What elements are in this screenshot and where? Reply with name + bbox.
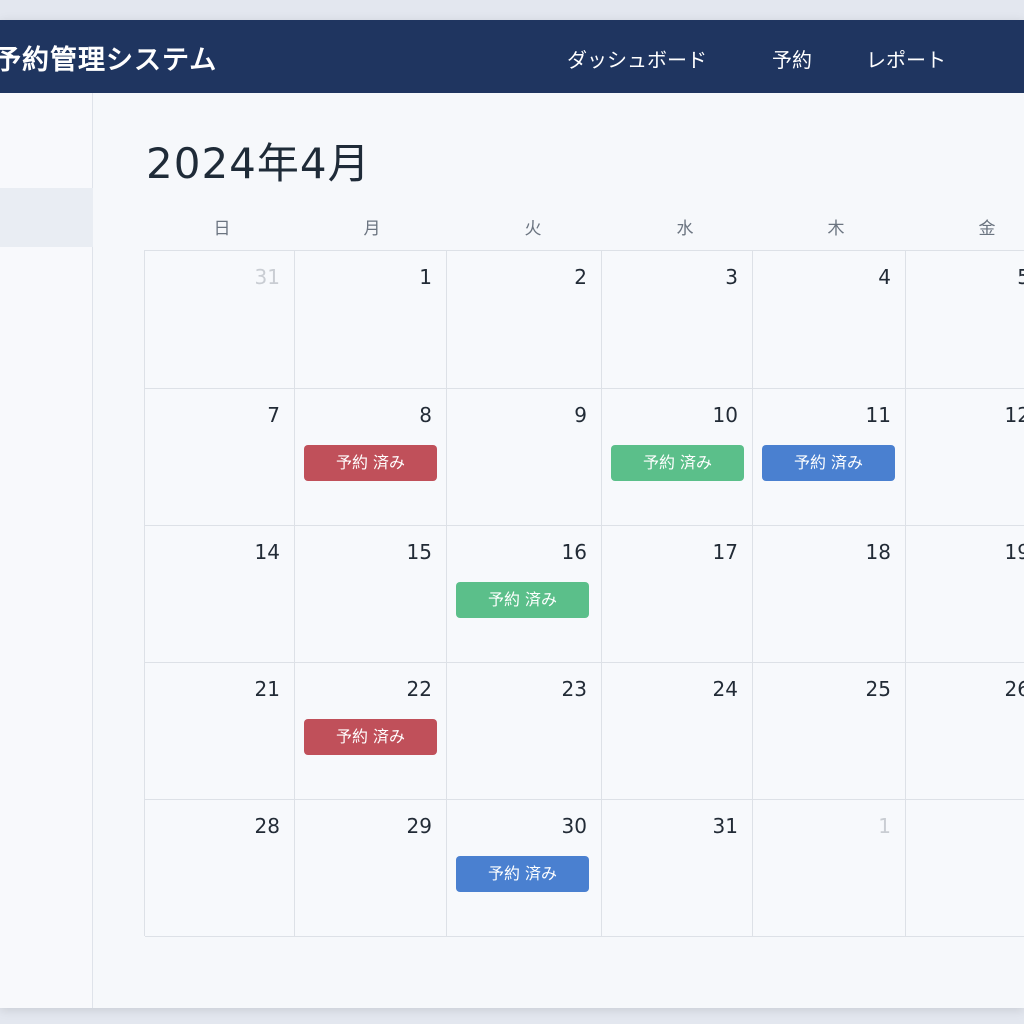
app-title: 予約管理システム — [0, 45, 218, 76]
calendar-day-cell[interactable]: 22 予約 済み — [295, 663, 447, 800]
day-number: 8 — [419, 403, 432, 427]
month-title: 2024年4月 — [146, 139, 371, 188]
day-number: 22 — [406, 677, 432, 701]
calendar-day-cell[interactable]: 24 — [602, 663, 753, 800]
app-window: 予約管理システム ダッシュボード 予約 レポート 2024年4月 日 月 火 水… — [0, 20, 1024, 1008]
calendar-day-cell[interactable]: 25 — [753, 663, 906, 800]
calendar-day-cell[interactable]: 19 — [906, 526, 1024, 663]
day-number: 1 — [419, 265, 432, 289]
day-number: 7 — [267, 403, 280, 427]
calendar-day-cell[interactable]: 4 — [753, 251, 906, 389]
day-number: 15 — [406, 540, 432, 564]
day-number: 29 — [406, 814, 432, 838]
calendar-day-cell[interactable]: 26 — [906, 663, 1024, 800]
calendar-day-cell[interactable]: 17 — [602, 526, 753, 663]
event-chip[interactable]: 予約 済み — [304, 445, 437, 481]
weekday-header: 金 — [978, 219, 996, 239]
calendar-day-cell[interactable]: 18 — [753, 526, 906, 663]
event-chip[interactable]: 予約 済み — [611, 445, 744, 481]
event-chip[interactable]: 予約 済み — [304, 719, 437, 755]
day-number: 26 — [1004, 677, 1024, 701]
day-number: 4 — [878, 265, 891, 289]
event-chip[interactable]: 予約 済み — [456, 582, 589, 618]
weekday-header: 水 — [676, 219, 694, 239]
day-number: 23 — [561, 677, 587, 701]
sidebar-item-active[interactable] — [0, 188, 93, 247]
day-number: 1 — [878, 814, 891, 838]
day-number: 21 — [254, 677, 280, 701]
day-number: 30 — [561, 814, 587, 838]
calendar-day-cell[interactable]: 5 — [906, 251, 1024, 389]
day-number: 31 — [254, 265, 280, 289]
nav-reports[interactable]: レポート — [866, 44, 946, 73]
day-number: 16 — [561, 540, 587, 564]
day-number: 19 — [1004, 540, 1024, 564]
calendar-day-cell[interactable]: 2 — [447, 251, 602, 389]
calendar-day-cell[interactable]: 12 — [906, 389, 1024, 526]
nav-reservations[interactable]: 予約 — [772, 44, 812, 73]
calendar-day-cell[interactable]: 16 予約 済み — [447, 526, 602, 663]
calendar-day-cell[interactable]: 29 — [295, 800, 447, 937]
weekday-header: 火 — [524, 219, 542, 239]
day-number: 9 — [574, 403, 587, 427]
calendar-day-cell[interactable]: 1 — [753, 800, 906, 937]
calendar-day-cell[interactable]: 31 — [602, 800, 753, 937]
calendar-day-cell[interactable]: 14 — [145, 526, 295, 663]
calendar-day-cell[interactable]: 7 — [145, 389, 295, 526]
sidebar — [0, 93, 93, 1008]
calendar-day-cell[interactable]: 8 予約 済み — [295, 389, 447, 526]
day-number: 31 — [712, 814, 738, 838]
day-number: 25 — [865, 677, 891, 701]
calendar-day-cell[interactable]: 9 — [447, 389, 602, 526]
event-chip[interactable]: 予約 済み — [456, 856, 589, 892]
day-number: 24 — [712, 677, 738, 701]
calendar-day-cell[interactable] — [906, 800, 1024, 937]
calendar-day-cell[interactable]: 11 予約 済み — [753, 389, 906, 526]
day-number: 14 — [254, 540, 280, 564]
day-number: 2 — [574, 265, 587, 289]
calendar-day-cell[interactable]: 15 — [295, 526, 447, 663]
day-number: 28 — [254, 814, 280, 838]
nav-dashboard[interactable]: ダッシュボード — [567, 44, 707, 73]
day-number: 17 — [712, 540, 738, 564]
weekday-header: 月 — [363, 219, 381, 239]
calendar-grid: 31 1 2 3 4 5 7 8 予約 済み 9 10 予約 済み 11 予約 済み 12 14 15 16 予約 … — [144, 250, 1024, 937]
day-number: 5 — [1017, 265, 1024, 289]
day-number: 10 — [712, 403, 738, 427]
calendar-day-cell[interactable]: 10 予約 済み — [602, 389, 753, 526]
calendar-day-cell[interactable]: 30 予約 済み — [447, 800, 602, 937]
calendar-day-cell[interactable]: 3 — [602, 251, 753, 389]
calendar-day-cell[interactable]: 1 — [295, 251, 447, 389]
day-number: 12 — [1004, 403, 1024, 427]
day-number: 3 — [725, 265, 738, 289]
calendar-day-cell[interactable]: 23 — [447, 663, 602, 800]
calendar-day-cell[interactable]: 31 — [145, 251, 295, 389]
day-number: 18 — [865, 540, 891, 564]
calendar-day-cell[interactable]: 28 — [145, 800, 295, 937]
top-navigation-bar: 予約管理システム ダッシュボード 予約 レポート — [0, 20, 1024, 93]
weekday-header: 木 — [827, 219, 845, 239]
event-chip[interactable]: 予約 済み — [762, 445, 895, 481]
weekday-header: 日 — [213, 219, 231, 239]
calendar-day-cell[interactable]: 21 — [145, 663, 295, 800]
day-number: 11 — [865, 403, 891, 427]
